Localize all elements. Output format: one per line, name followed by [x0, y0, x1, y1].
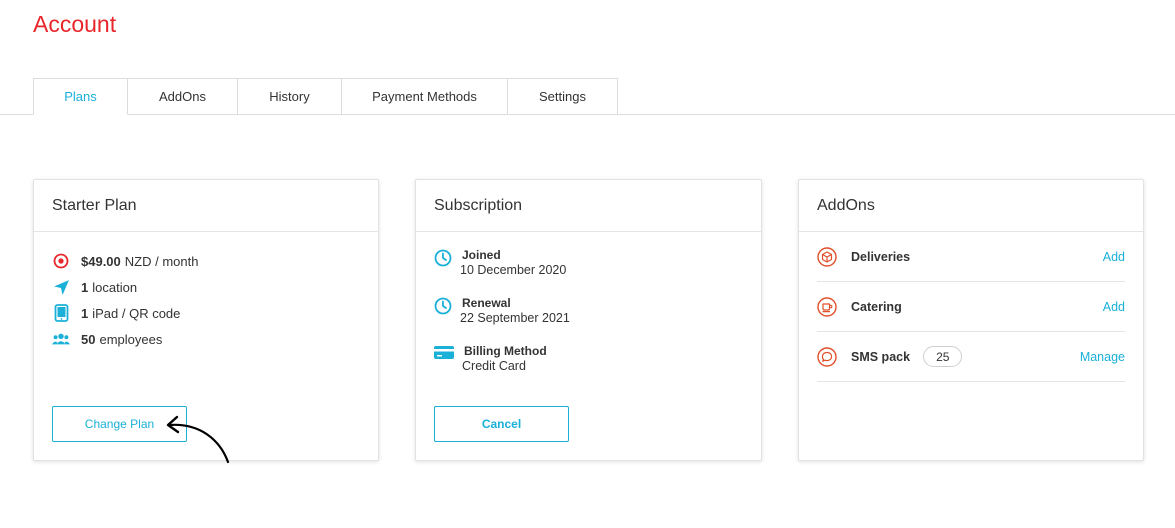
subscription-card: Subscription Joined 10 December 2020 Ren…: [415, 179, 762, 461]
joined-info: Joined 10 December 2020: [434, 248, 566, 278]
location-arrow-icon: [52, 278, 70, 296]
plan-card-title: Starter Plan: [34, 180, 378, 232]
addon-row-sms-pack: SMS pack 25 Manage: [817, 332, 1125, 382]
tab-plans[interactable]: Plans: [33, 78, 128, 115]
sms-count-badge: 25: [923, 346, 963, 367]
tab-settings[interactable]: Settings: [508, 78, 618, 115]
page-title: Account: [33, 11, 117, 37]
curved-arrow-icon: [166, 415, 230, 464]
box-icon: [817, 246, 837, 267]
addon-row-catering: Catering Add: [817, 282, 1125, 332]
plan-price: $49.00 NZD / month: [52, 248, 198, 274]
coffee-cup-icon: [817, 296, 837, 317]
billing-method-info: Billing Method Credit Card: [434, 344, 547, 374]
tab-addons[interactable]: AddOns: [128, 78, 238, 115]
subscription-card-title: Subscription: [416, 180, 761, 232]
tab-history[interactable]: History: [238, 78, 342, 115]
chat-bubble-icon: [817, 346, 837, 367]
manage-sms-pack-link[interactable]: Manage: [1080, 350, 1125, 364]
plan-devices: 1 iPad / QR code: [52, 300, 198, 326]
plan-employees: 50 employees: [52, 326, 198, 352]
add-deliveries-link[interactable]: Add: [1103, 250, 1125, 264]
target-icon: [52, 252, 70, 270]
tab-bar: Plans AddOns History Payment Methods Set…: [33, 78, 618, 115]
renewal-info: Renewal 22 September 2021: [434, 296, 570, 326]
tab-payment-methods[interactable]: Payment Methods: [342, 78, 508, 115]
clock-icon: [434, 249, 452, 267]
addons-card: AddOns Deliveries Add Catering Add SMS p…: [798, 179, 1144, 461]
plan-locations: 1 location: [52, 274, 198, 300]
addons-card-title: AddOns: [799, 180, 1143, 232]
credit-card-icon: [434, 345, 454, 363]
addon-row-deliveries: Deliveries Add: [817, 232, 1125, 282]
tablet-icon: [52, 304, 70, 322]
add-catering-link[interactable]: Add: [1103, 300, 1125, 314]
clock-icon: [434, 297, 452, 315]
cancel-subscription-button[interactable]: Cancel: [434, 406, 569, 442]
users-icon: [52, 330, 70, 348]
plan-features: $49.00 NZD / month 1 location 1 iPad / Q…: [52, 248, 198, 352]
